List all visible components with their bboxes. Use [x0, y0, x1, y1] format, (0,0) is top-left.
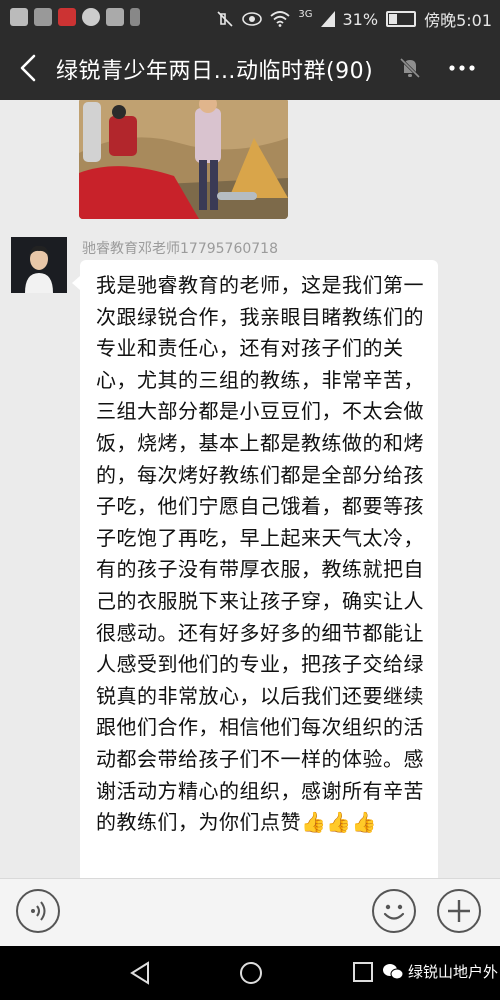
more-functions-button[interactable] [437, 889, 481, 933]
status-bar: 3G 31% 傍晚5:01 [0, 0, 500, 36]
clock: 傍晚5:01 [424, 11, 492, 30]
more-dots-icon [449, 65, 475, 71]
app-notification-icon [10, 8, 28, 26]
battery-icon [386, 11, 417, 27]
chat-header: 绿锐青少年两日…动临时群(90) [0, 36, 500, 100]
notification-icons [10, 8, 140, 26]
message-text: 我是驰睿教育的老师，这是我们第一次跟绿锐合作，我亲眼目睹教练们的专业和责任心，还… [96, 270, 430, 839]
chat-area[interactable]: 驰睿教育邓老师17795760718 我是驰睿教育的老师，这是我们第一次跟绿锐合… [0, 100, 500, 878]
wechat-logo-icon [383, 963, 404, 979]
mute-vibrate-icon [217, 11, 233, 27]
sender-name: 驰睿教育邓老师17795760718 [82, 241, 278, 257]
emoji-icon [383, 904, 405, 920]
signal-type: 3G [298, 8, 313, 20]
more-button[interactable] [444, 54, 480, 82]
wifi-icon [270, 11, 290, 27]
chat-title: 绿锐青少年两日…动临时群(90) [56, 59, 374, 84]
voice-button[interactable] [16, 889, 60, 933]
triangle-back-icon [130, 961, 149, 985]
square-recent-icon [353, 962, 373, 982]
gallery-notification-icon [34, 8, 52, 26]
battery-percent: 31% [342, 9, 379, 29]
nav-home-button[interactable] [238, 960, 264, 990]
map-notification-icon [130, 8, 140, 26]
nav-back-button[interactable] [128, 960, 152, 990]
emoji-button[interactable] [372, 889, 416, 933]
chat-photo[interactable] [79, 100, 288, 219]
watermark-text: 绿锐山地户外 [408, 963, 499, 981]
bell-off-icon [398, 56, 422, 80]
plus-icon [448, 900, 470, 922]
nav-recent-button[interactable] [351, 960, 375, 988]
back-button[interactable] [14, 50, 44, 86]
sender-avatar[interactable] [11, 237, 67, 293]
thumbs-up-emoji: 👍👍👍 [301, 810, 378, 835]
signal-icon [320, 11, 335, 27]
input-bar [0, 878, 500, 947]
message-notification-icon [82, 8, 100, 26]
eye-comfort-icon [242, 12, 263, 26]
voice-icon [31, 901, 46, 921]
photo-notification-icon [106, 8, 124, 26]
message-body: 我是驰睿教育的老师，这是我们第一次跟绿锐合作，我亲眼目睹教练们的专业和责任心，还… [96, 273, 424, 835]
circle-home-icon [240, 962, 262, 984]
watermark: 绿锐山地户外 [382, 961, 498, 982]
chevron-left-icon [20, 54, 36, 82]
app-red-notification-icon [58, 8, 76, 26]
battery-level [389, 14, 397, 24]
system-indicators: 3G 31% 傍晚5:01 [216, 7, 492, 31]
